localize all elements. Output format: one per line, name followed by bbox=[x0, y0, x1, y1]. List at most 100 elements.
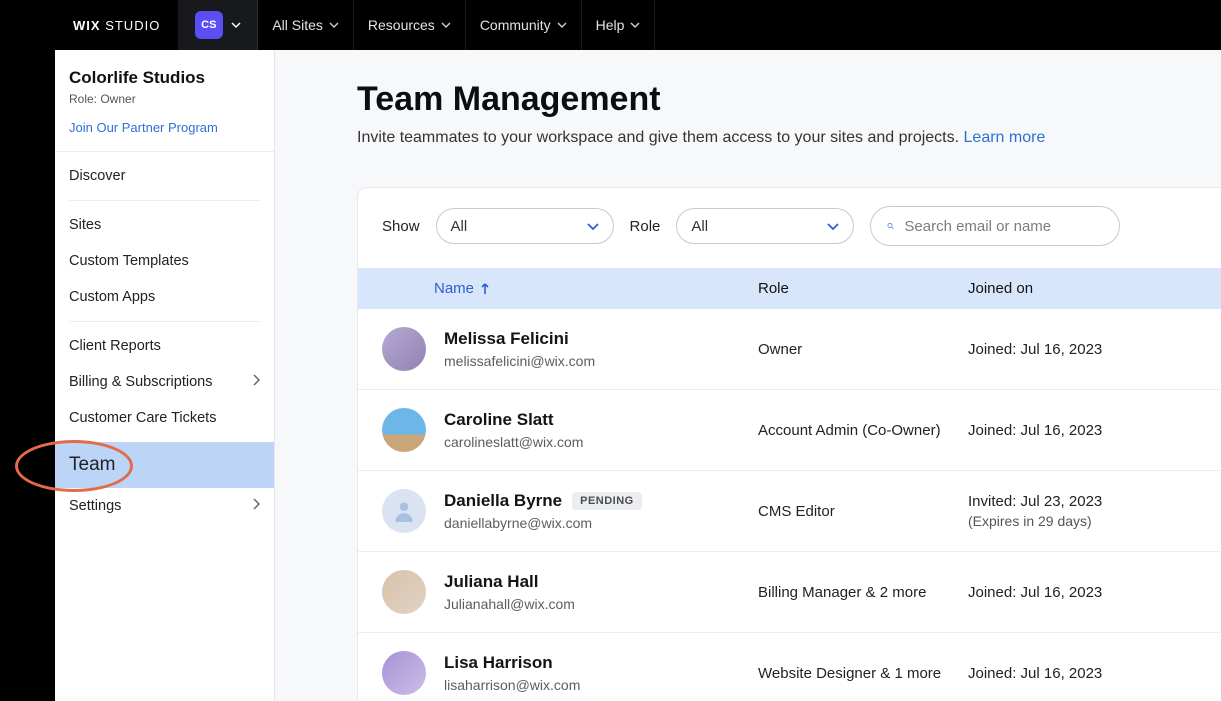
brand-logo[interactable]: WIX STUDIO bbox=[55, 18, 178, 33]
member-joined: Joined: Jul 16, 2023 bbox=[968, 663, 1221, 684]
sidebar-item-custom-templates[interactable]: Custom Templates bbox=[55, 243, 274, 279]
member-name: Daniella ByrnePENDING bbox=[444, 491, 642, 511]
member-role: Website Designer & 1 more bbox=[758, 665, 968, 682]
show-value: All bbox=[451, 218, 468, 235]
member-email: Julianahall@wix.com bbox=[444, 596, 575, 612]
person-icon bbox=[391, 498, 417, 524]
team-panel: Show All Role All bbox=[357, 187, 1221, 701]
avatar bbox=[382, 489, 426, 533]
main-content: Team Management Invite teammates to your… bbox=[275, 50, 1221, 701]
sidebar-item-client-reports[interactable]: Client Reports bbox=[55, 328, 274, 364]
sidebar-separator bbox=[69, 321, 260, 322]
chevron-down-icon bbox=[329, 20, 339, 30]
member-joined: Joined: Jul 16, 2023 bbox=[968, 582, 1221, 603]
left-black-strip bbox=[0, 0, 55, 701]
chevron-down-icon bbox=[441, 20, 451, 30]
chevron-down-icon bbox=[630, 20, 640, 30]
member-role: CMS Editor bbox=[758, 503, 968, 520]
member-joined: Joined: Jul 16, 2023 bbox=[968, 339, 1221, 360]
learn-more-link[interactable]: Learn more bbox=[964, 129, 1046, 146]
role-dropdown[interactable]: All bbox=[676, 208, 854, 244]
search-input[interactable] bbox=[904, 218, 1103, 235]
member-joined: Invited: Jul 23, 2023(Expires in 29 days… bbox=[968, 491, 1221, 532]
workspace-role: Role: Owner bbox=[69, 92, 260, 106]
member-role: Owner bbox=[758, 341, 968, 358]
member-email: melissafelicini@wix.com bbox=[444, 353, 595, 369]
member-joined: Joined: Jul 16, 2023 bbox=[968, 420, 1221, 441]
show-dropdown[interactable]: All bbox=[436, 208, 614, 244]
search-field[interactable] bbox=[870, 206, 1120, 246]
column-header-role[interactable]: Role bbox=[758, 280, 968, 297]
column-header-joined[interactable]: Joined on bbox=[968, 280, 1221, 297]
column-header-name[interactable]: Name bbox=[358, 280, 758, 297]
table-body: Melissa Felicini melissafelicini@wix.com O… bbox=[358, 309, 1221, 701]
sidebar-item-label: Custom Templates bbox=[69, 253, 189, 269]
role-value: All bbox=[691, 218, 708, 235]
member-email: daniellabyrne@wix.com bbox=[444, 515, 642, 531]
top-nav: All Sites Resources Community Help bbox=[258, 0, 655, 50]
member-name: Juliana Hall bbox=[444, 572, 575, 592]
topnav-resources[interactable]: Resources bbox=[354, 0, 466, 50]
sort-asc-icon bbox=[480, 283, 490, 295]
brand-thin: STUDIO bbox=[101, 18, 161, 33]
top-bar: WIX STUDIO CS All Sites Resources Commun… bbox=[55, 0, 1221, 50]
table-row[interactable]: Melissa Felicini melissafelicini@wix.com O… bbox=[358, 309, 1221, 390]
table-row[interactable]: Lisa Harrison lisaharrison@wix.com Website… bbox=[358, 633, 1221, 701]
sidebar-item-label: Custom Apps bbox=[69, 289, 155, 305]
sidebar-separator bbox=[69, 200, 260, 201]
pending-badge: PENDING bbox=[572, 492, 642, 510]
workspace-initials-badge: CS bbox=[195, 11, 223, 39]
chevron-down-icon bbox=[827, 220, 839, 232]
member-joined-expiry: (Expires in 29 days) bbox=[968, 512, 1221, 532]
partner-program-link[interactable]: Join Our Partner Program bbox=[69, 120, 260, 135]
sidebar-item-sites[interactable]: Sites bbox=[55, 207, 274, 243]
member-name: Caroline Slatt bbox=[444, 410, 583, 430]
table-row[interactable]: Juliana Hall Julianahall@wix.com Billing M… bbox=[358, 552, 1221, 633]
workspace-switcher[interactable]: CS bbox=[178, 0, 258, 50]
chevron-down-icon bbox=[231, 20, 241, 30]
chevron-right-icon bbox=[252, 374, 260, 390]
subtitle-text: Invite teammates to your workspace and g… bbox=[357, 129, 964, 146]
brand-bold: WIX bbox=[73, 18, 101, 33]
page-subtitle: Invite teammates to your workspace and g… bbox=[357, 129, 1221, 147]
member-name: Lisa Harrison bbox=[444, 653, 580, 673]
table-row[interactable]: Daniella ByrnePENDING daniellabyrne@wix.c… bbox=[358, 471, 1221, 552]
chevron-down-icon bbox=[587, 220, 599, 232]
sidebar-item-discover[interactable]: Discover bbox=[55, 158, 274, 194]
member-role: Account Admin (Co-Owner) bbox=[758, 422, 968, 439]
member-role: Billing Manager & 2 more bbox=[758, 584, 968, 601]
sidebar-item-custom-apps[interactable]: Custom Apps bbox=[55, 279, 274, 315]
member-email: carolineslatt@wix.com bbox=[444, 434, 583, 450]
sidebar-item-customer-care[interactable]: Customer Care Tickets bbox=[55, 400, 274, 436]
sidebar-item-label: Billing & Subscriptions bbox=[69, 374, 212, 390]
search-icon bbox=[887, 217, 894, 235]
workspace-info: Colorlife Studios Role: Owner Join Our P… bbox=[55, 50, 274, 152]
topnav-community[interactable]: Community bbox=[466, 0, 582, 50]
chevron-right-icon bbox=[252, 498, 260, 514]
workspace-name: Colorlife Studios bbox=[69, 68, 260, 88]
page-title: Team Management bbox=[357, 80, 1221, 119]
sidebar-item-billing[interactable]: Billing & Subscriptions bbox=[55, 364, 274, 400]
topnav-help[interactable]: Help bbox=[582, 0, 656, 50]
column-header-label: Name bbox=[434, 280, 474, 297]
avatar bbox=[382, 408, 426, 452]
sidebar: Colorlife Studios Role: Owner Join Our P… bbox=[55, 50, 275, 701]
sidebar-item-settings[interactable]: Settings bbox=[55, 488, 274, 524]
sidebar-item-label: Client Reports bbox=[69, 338, 161, 354]
table-row[interactable]: Caroline Slatt carolineslatt@wix.com Accou… bbox=[358, 390, 1221, 471]
topnav-label: Community bbox=[480, 17, 551, 33]
sidebar-item-team[interactable]: Team bbox=[55, 442, 274, 488]
filter-bar: Show All Role All bbox=[358, 188, 1221, 268]
member-name: Melissa Felicini bbox=[444, 329, 595, 349]
role-label: Role bbox=[630, 218, 661, 235]
sidebar-item-label: Team bbox=[69, 454, 115, 476]
show-label: Show bbox=[382, 218, 420, 235]
sidebar-item-label: Customer Care Tickets bbox=[69, 410, 216, 426]
avatar bbox=[382, 327, 426, 371]
avatar bbox=[382, 651, 426, 695]
chevron-down-icon bbox=[557, 20, 567, 30]
topnav-all-sites[interactable]: All Sites bbox=[258, 0, 354, 50]
member-email: lisaharrison@wix.com bbox=[444, 677, 580, 693]
topnav-label: Help bbox=[596, 17, 625, 33]
topnav-label: Resources bbox=[368, 17, 435, 33]
